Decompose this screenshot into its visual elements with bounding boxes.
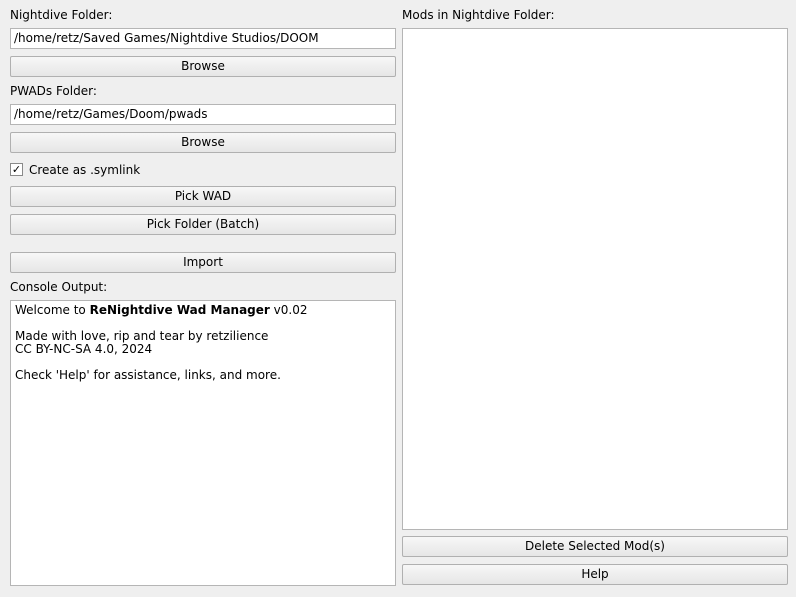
console-welcome-line: Welcome to ReNightdive Wad Manager v0.02: [15, 304, 391, 317]
pwads-folder-label: PWADs Folder:: [10, 84, 97, 98]
pick-wad-button[interactable]: Pick WAD: [10, 186, 396, 207]
console-help-hint: Check 'Help' for assistance, links, and …: [15, 368, 281, 382]
console-welcome-prefix: Welcome to: [15, 303, 90, 317]
nightdive-folder-input[interactable]: /home/retz/Saved Games/Nightdive Studios…: [10, 28, 396, 49]
console-license: CC BY-NC-SA 4.0, 2024: [15, 342, 153, 356]
mods-list-label: Mods in Nightdive Folder:: [402, 8, 555, 22]
help-button[interactable]: Help: [402, 564, 788, 585]
console-app-name: ReNightdive Wad Manager: [89, 303, 270, 317]
mods-list[interactable]: [402, 28, 788, 530]
console-output-label: Console Output:: [10, 280, 108, 294]
pick-folder-batch-button[interactable]: Pick Folder (Batch): [10, 214, 396, 235]
console-version: v0.02: [269, 303, 308, 317]
delete-selected-mods-button[interactable]: Delete Selected Mod(s): [402, 536, 788, 557]
pwads-folder-input[interactable]: /home/retz/Games/Doom/pwads: [10, 104, 396, 125]
import-button[interactable]: Import: [10, 252, 396, 273]
console-output[interactable]: Welcome to ReNightdive Wad Manager v0.02…: [10, 300, 396, 586]
symlink-checkbox[interactable]: ✓: [10, 163, 23, 176]
nightdive-folder-label: Nightdive Folder:: [10, 8, 113, 22]
browse-nightdive-button[interactable]: Browse: [10, 56, 396, 77]
browse-pwads-button[interactable]: Browse: [10, 132, 396, 153]
symlink-checkbox-label: Create as .symlink: [29, 163, 141, 177]
